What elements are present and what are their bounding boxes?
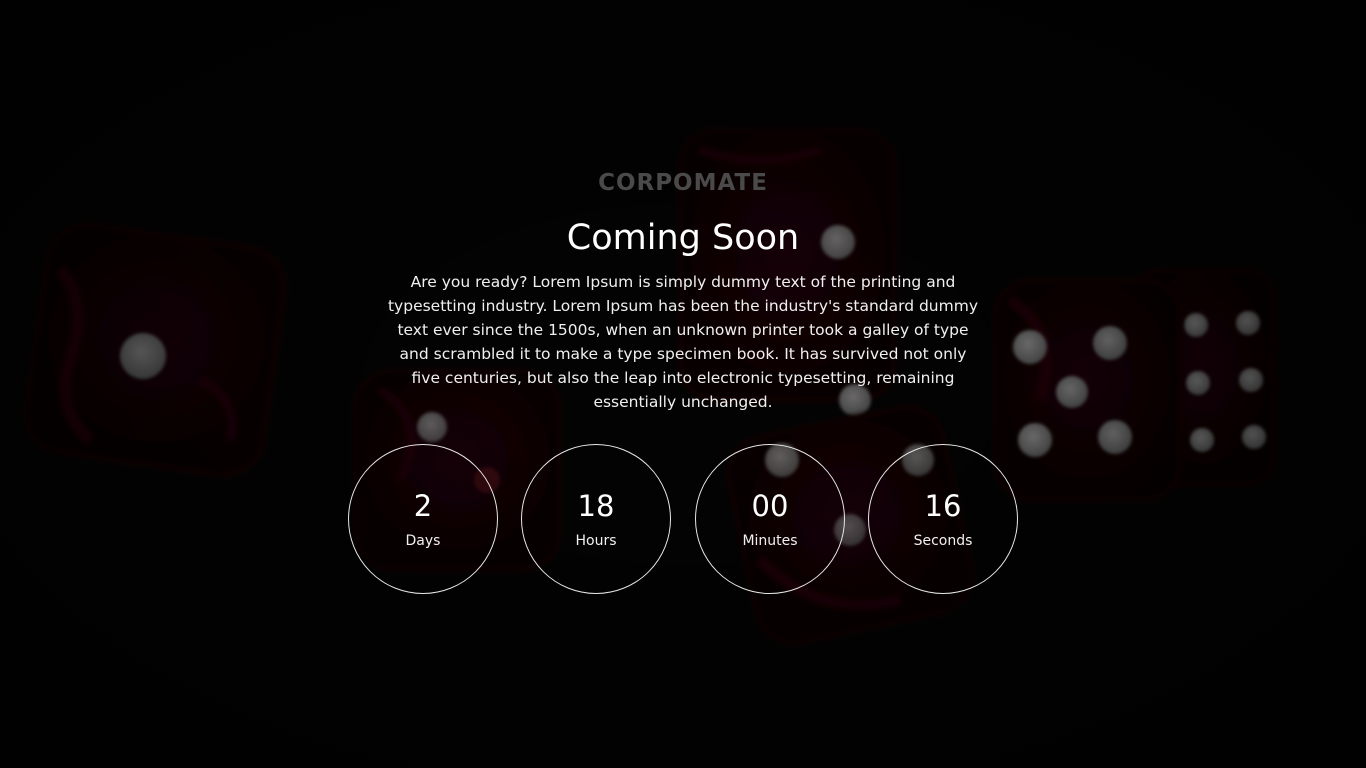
minutes-label: Minutes [742,533,798,549]
days-label: Days [405,533,441,549]
countdown-seconds: 16 Seconds [868,444,1018,594]
intro-description: Are you ready? Lorem Ipsum is simply dum… [387,273,978,411]
countdown-timer: 2 Days 18 Hours 00 Minutes 16 Seconds [0,444,1366,594]
seconds-value: 16 [924,489,962,523]
hours-value: 18 [577,489,615,523]
countdown-days: 2 Days [348,444,498,594]
seconds-label: Seconds [913,533,973,549]
page-title: Coming Soon [566,218,800,258]
hours-label: Hours [575,533,617,549]
minutes-value: 00 [751,489,789,523]
brand-logo[interactable]: CORPOMATE [0,170,1366,196]
days-value: 2 [413,489,433,523]
countdown-hours: 18 Hours [521,444,671,594]
countdown-minutes: 00 Minutes [695,444,845,594]
